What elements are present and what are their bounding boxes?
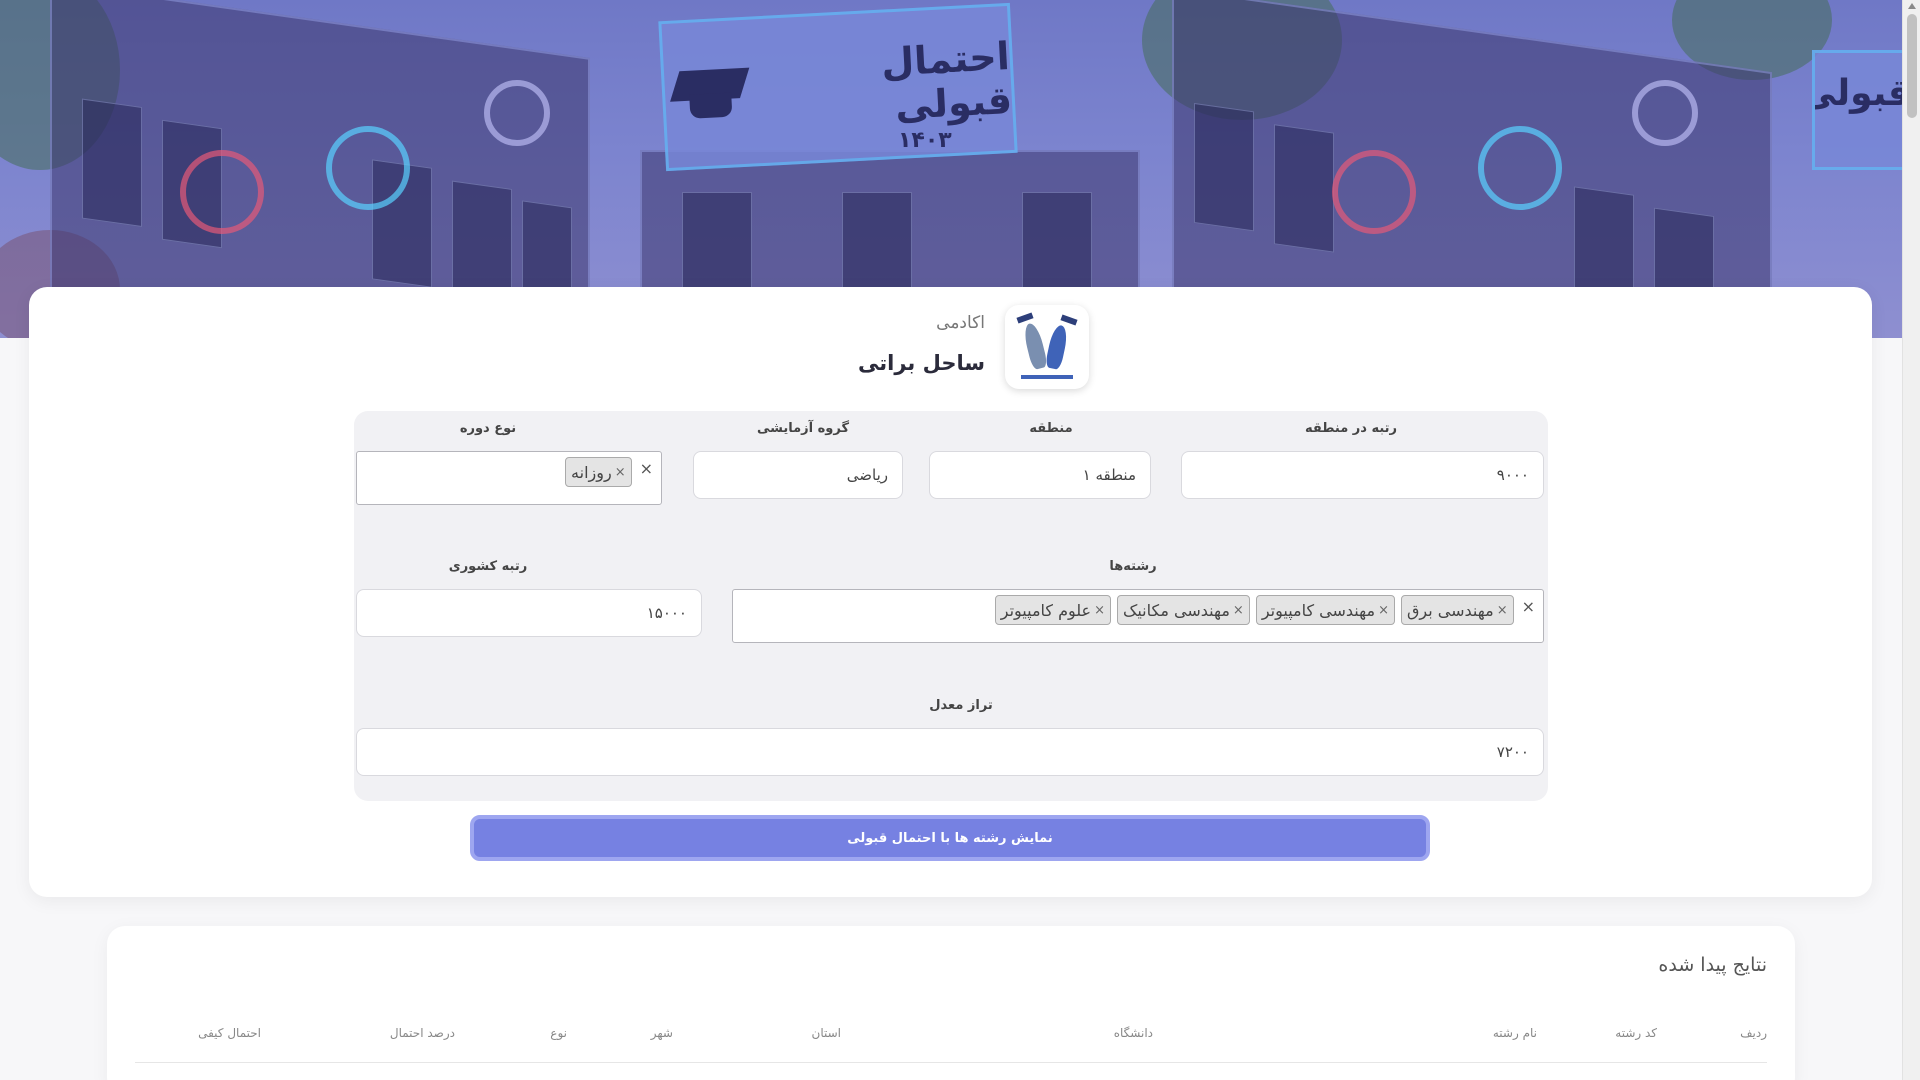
gpa-score-input[interactable]: ۷۲۰۰ (356, 728, 1544, 776)
major-chip: × مهندسی مکانیک (1117, 595, 1250, 625)
search-card: اکادمی ساحل براتی رتبه در منطقه ۹۰۰۰ منط… (29, 287, 1872, 897)
neon-ring (180, 150, 264, 234)
gpa-score-label: تراز معدل (929, 698, 993, 713)
region-value: منطقه ۱ (1082, 466, 1136, 484)
brand-subtitle: اکادمی (936, 313, 985, 333)
chip-remove-icon[interactable]: × (1497, 603, 1508, 618)
course-type-chip: × روزانه (565, 457, 632, 487)
col-header-city: شهر (650, 1026, 673, 1040)
hero-sign-right: قبولی (1812, 50, 1902, 170)
major-chip: × مهندسی کامپیوتر (1255, 595, 1395, 625)
show-majors-button[interactable]: نمایش رشته ها با احتمال قبولی (470, 815, 1430, 861)
scrollbar-thumb[interactable] (1907, 14, 1917, 118)
col-header-major-name: نام رشته (1492, 1026, 1537, 1040)
window (82, 98, 142, 227)
chip-label: مهندسی برق (1406, 600, 1494, 620)
col-header-type: نوع (550, 1026, 567, 1040)
national-rank-label: رتبه کشوری (448, 559, 528, 574)
course-type-multiselect[interactable]: × × روزانه (356, 451, 662, 505)
brand-name: ساحل براتی (857, 351, 985, 375)
major-chip: × مهندسی برق (1400, 595, 1514, 625)
col-header-row: ردیف (1740, 1026, 1767, 1040)
results-card: نتایج پیدا شده ردیف کد رشته نام رشته دان… (107, 926, 1795, 1080)
chip-remove-icon[interactable]: × (1233, 603, 1244, 618)
col-header-probability-percent: درصد احتمال (389, 1026, 455, 1040)
chip-remove-icon[interactable]: × (1378, 603, 1389, 618)
chip-remove-icon[interactable]: × (615, 465, 626, 480)
course-type-label: نوع دوره (459, 421, 517, 436)
gpa-score-value: ۷۲۰۰ (1496, 743, 1529, 761)
neon-ring (1478, 126, 1562, 210)
neon-ring (1332, 150, 1416, 234)
neon-ring (326, 126, 410, 210)
col-header-province: استان (811, 1026, 841, 1040)
chip-label: مهندسی مکانیک (1123, 600, 1230, 620)
table-header-divider (135, 1062, 1767, 1063)
search-form: رتبه در منطقه ۹۰۰۰ منطقه منطقه ۱ گروه آز… (354, 411, 1548, 801)
chip-label: روزانه (571, 462, 612, 482)
course-type-clear-icon[interactable]: × (638, 457, 655, 481)
rank-region-value: ۹۰۰۰ (1496, 466, 1529, 484)
exam-group-label: گروه آزمایشی (756, 421, 850, 436)
hero-sign-year: ۱۴۰۳ (898, 128, 952, 153)
exam-group-value: ریاضی (846, 466, 888, 484)
chip-remove-icon[interactable]: × (1094, 603, 1105, 618)
region-label: منطقه (1029, 421, 1073, 436)
majors-multiselect[interactable]: × × مهندسی برق × مهندسی کامپیوتر × مهندس… (732, 589, 1544, 643)
rank-region-label: رتبه در منطقه (1304, 421, 1398, 436)
chip-label: مهندسی کامپیوتر (1261, 600, 1376, 620)
majors-clear-icon[interactable]: × (1520, 595, 1537, 619)
graduation-cap-icon (664, 62, 750, 126)
emblem-ring (484, 80, 550, 146)
rank-region-input[interactable]: ۹۰۰۰ (1181, 451, 1544, 499)
col-header-university: دانشگاه (1113, 1026, 1153, 1040)
academy-logo (1005, 305, 1089, 389)
national-rank-input[interactable]: ۱۵۰۰۰ (356, 589, 702, 637)
hero-sign-text: احتمال قبولی (879, 34, 1014, 129)
chip-label: علوم کامپیوتر (1000, 600, 1092, 620)
col-header-probability-quality: احتمال کیفی (198, 1026, 261, 1040)
brand: اکادمی ساحل براتی (849, 305, 1089, 391)
emblem-ring (1632, 80, 1698, 146)
majors-label: رشته‌ها (1109, 559, 1157, 574)
window (1274, 124, 1334, 253)
scroll-up-arrow-icon[interactable] (1908, 3, 1916, 9)
national-rank-value: ۱۵۰۰۰ (646, 604, 687, 622)
results-title: نتایج پیدا شده (1658, 954, 1767, 976)
major-chip: × علوم کامپیوتر (994, 595, 1112, 625)
hero-sign-right-text: قبولی (1815, 73, 1902, 114)
page-scrollbar[interactable] (1902, 0, 1920, 1080)
region-select[interactable]: منطقه ۱ (929, 451, 1151, 499)
exam-group-select[interactable]: ریاضی (693, 451, 903, 499)
col-header-major-code: کد رشته (1615, 1026, 1657, 1040)
hero-sign: احتمال قبولی (658, 2, 1018, 172)
window (1194, 102, 1254, 232)
